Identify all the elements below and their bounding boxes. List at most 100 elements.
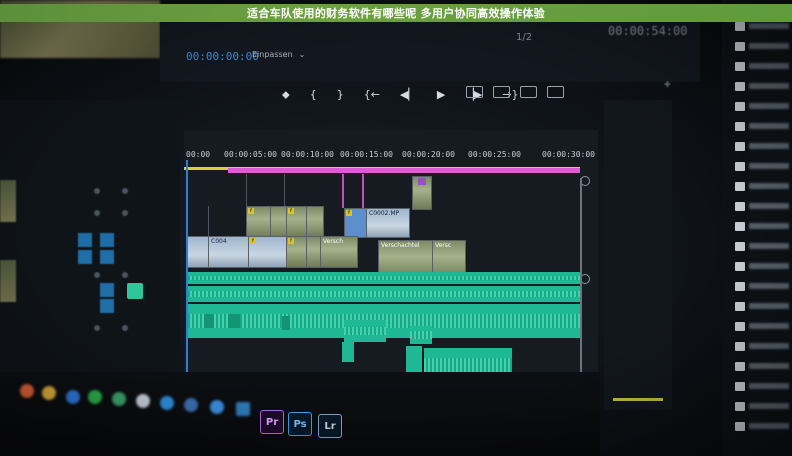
app-icon[interactable] (112, 392, 126, 406)
list-item-label (749, 243, 789, 249)
video-clip-c0002[interactable]: C0002.MP (366, 208, 410, 238)
plus-icon[interactable]: ✚ (664, 80, 671, 89)
list-item[interactable] (735, 142, 792, 151)
eye-icon[interactable] (122, 210, 128, 216)
list-item[interactable] (735, 162, 792, 171)
track-target-v[interactable] (78, 250, 92, 264)
app-icon[interactable] (210, 400, 224, 414)
app-icon[interactable] (136, 394, 150, 408)
app-icon[interactable] (88, 390, 102, 404)
fx-badge: f (346, 210, 352, 216)
video-clip[interactable] (306, 206, 324, 238)
extract-icon[interactable] (493, 86, 510, 98)
track-target-a[interactable] (100, 299, 114, 313)
video-clip[interactable]: f (286, 206, 308, 238)
list-item[interactable] (735, 202, 792, 211)
lift-icon[interactable] (466, 86, 483, 98)
list-item[interactable] (735, 182, 792, 191)
list-item[interactable] (735, 82, 792, 91)
solo-icon[interactable] (122, 325, 128, 331)
settings-icon[interactable] (547, 86, 564, 98)
video-clip-versch[interactable]: Versch (320, 236, 358, 268)
list-item[interactable] (735, 242, 792, 251)
video-clip[interactable]: f (344, 208, 368, 238)
app-icon[interactable] (184, 398, 198, 412)
fx-badge (418, 178, 426, 185)
list-item-label (749, 63, 789, 69)
list-item[interactable] (735, 302, 792, 311)
video-clip[interactable] (186, 236, 210, 268)
list-item[interactable] (735, 362, 792, 371)
list-item[interactable] (735, 102, 792, 111)
app-icon[interactable] (160, 396, 174, 410)
ruler-label: 00:00:10:00 (281, 150, 334, 159)
video-clip[interactable] (412, 176, 432, 210)
play-icon[interactable]: ▶ (437, 88, 445, 102)
audio-clip[interactable] (228, 314, 240, 328)
video-clip-c004[interactable]: C004 (208, 236, 250, 268)
video-clip[interactable]: f (248, 236, 288, 268)
marker-icon[interactable]: ⬥ (282, 88, 290, 102)
list-item[interactable] (735, 342, 792, 351)
app-icon[interactable] (236, 402, 250, 416)
vertical-scrollbar[interactable] (580, 178, 582, 398)
list-item-label (749, 23, 789, 29)
video-clip[interactable]: f (246, 206, 272, 238)
track-target-v[interactable] (100, 233, 114, 247)
voiceover-record-button[interactable] (127, 283, 143, 299)
ruler-label: 00:00 (186, 150, 211, 159)
list-item[interactable] (735, 62, 792, 71)
go-to-in-icon[interactable]: {← (364, 88, 380, 102)
track-target-v[interactable] (100, 250, 114, 264)
audio-clip[interactable] (344, 320, 386, 342)
app-icon[interactable] (20, 384, 34, 398)
audio-clip[interactable] (406, 346, 422, 372)
fit-label: Einpassen (252, 50, 293, 59)
photoshop-icon[interactable]: Ps (288, 412, 312, 436)
banner-title: 适合车队使用的财务软件有哪些呢 多用户协同高效操作体验 (247, 7, 545, 20)
scrollbar-handle[interactable] (580, 274, 590, 284)
resolution-select[interactable]: 1/2 (516, 32, 532, 43)
eye-icon[interactable] (122, 188, 128, 194)
track-target-v[interactable] (78, 233, 92, 247)
zoom-fit-dropdown[interactable]: Einpassen ⌄ (246, 50, 305, 59)
lock-icon[interactable] (94, 188, 100, 194)
mute-icon[interactable] (94, 272, 100, 278)
lock-icon[interactable] (94, 210, 100, 216)
camera-icon[interactable] (520, 86, 537, 98)
audio-clip[interactable] (342, 342, 354, 362)
solo-icon[interactable] (122, 272, 128, 278)
lightroom-icon[interactable]: Lr (318, 414, 342, 438)
premiere-pro-icon[interactable]: Pr (260, 410, 284, 434)
list-item[interactable] (735, 222, 792, 231)
audio-clip[interactable] (186, 286, 580, 302)
audio-clip[interactable] (186, 272, 580, 284)
timeline-panel[interactable]: 00:00 00:00:05:00 00:00:10:00 00:00:15:0… (184, 130, 598, 390)
time-ruler[interactable]: 00:00 00:00:05:00 00:00:10:00 00:00:15:0… (184, 130, 598, 166)
audio-clip[interactable] (410, 326, 432, 344)
list-item[interactable] (735, 322, 792, 331)
list-item[interactable] (735, 262, 792, 271)
step-back-icon[interactable]: ◀▏ (400, 88, 417, 102)
video-clip[interactable]: f (286, 236, 308, 268)
file-icon (735, 402, 745, 411)
folder-icon[interactable] (42, 386, 56, 400)
mark-in-icon[interactable]: { (310, 88, 317, 102)
mark-out-icon[interactable]: } (337, 88, 344, 102)
list-item[interactable] (735, 422, 792, 431)
audio-clip[interactable] (282, 316, 290, 330)
file-icon (735, 282, 745, 291)
list-item[interactable] (735, 382, 792, 391)
mute-icon[interactable] (94, 325, 100, 331)
list-item[interactable] (735, 282, 792, 291)
track-target-a[interactable] (100, 283, 114, 297)
list-item[interactable] (735, 42, 792, 51)
scrollbar-handle[interactable] (580, 176, 590, 186)
photo-scene: 00:00:00:00 Einpassen ⌄ 1/2 00:00:54:00 ⬥… (0, 0, 792, 456)
list-item[interactable] (735, 402, 792, 411)
audio-clip[interactable] (204, 314, 214, 328)
list-item[interactable] (735, 122, 792, 131)
app-icon[interactable] (66, 390, 80, 404)
playhead[interactable] (186, 160, 188, 390)
list-item[interactable] (735, 22, 792, 31)
